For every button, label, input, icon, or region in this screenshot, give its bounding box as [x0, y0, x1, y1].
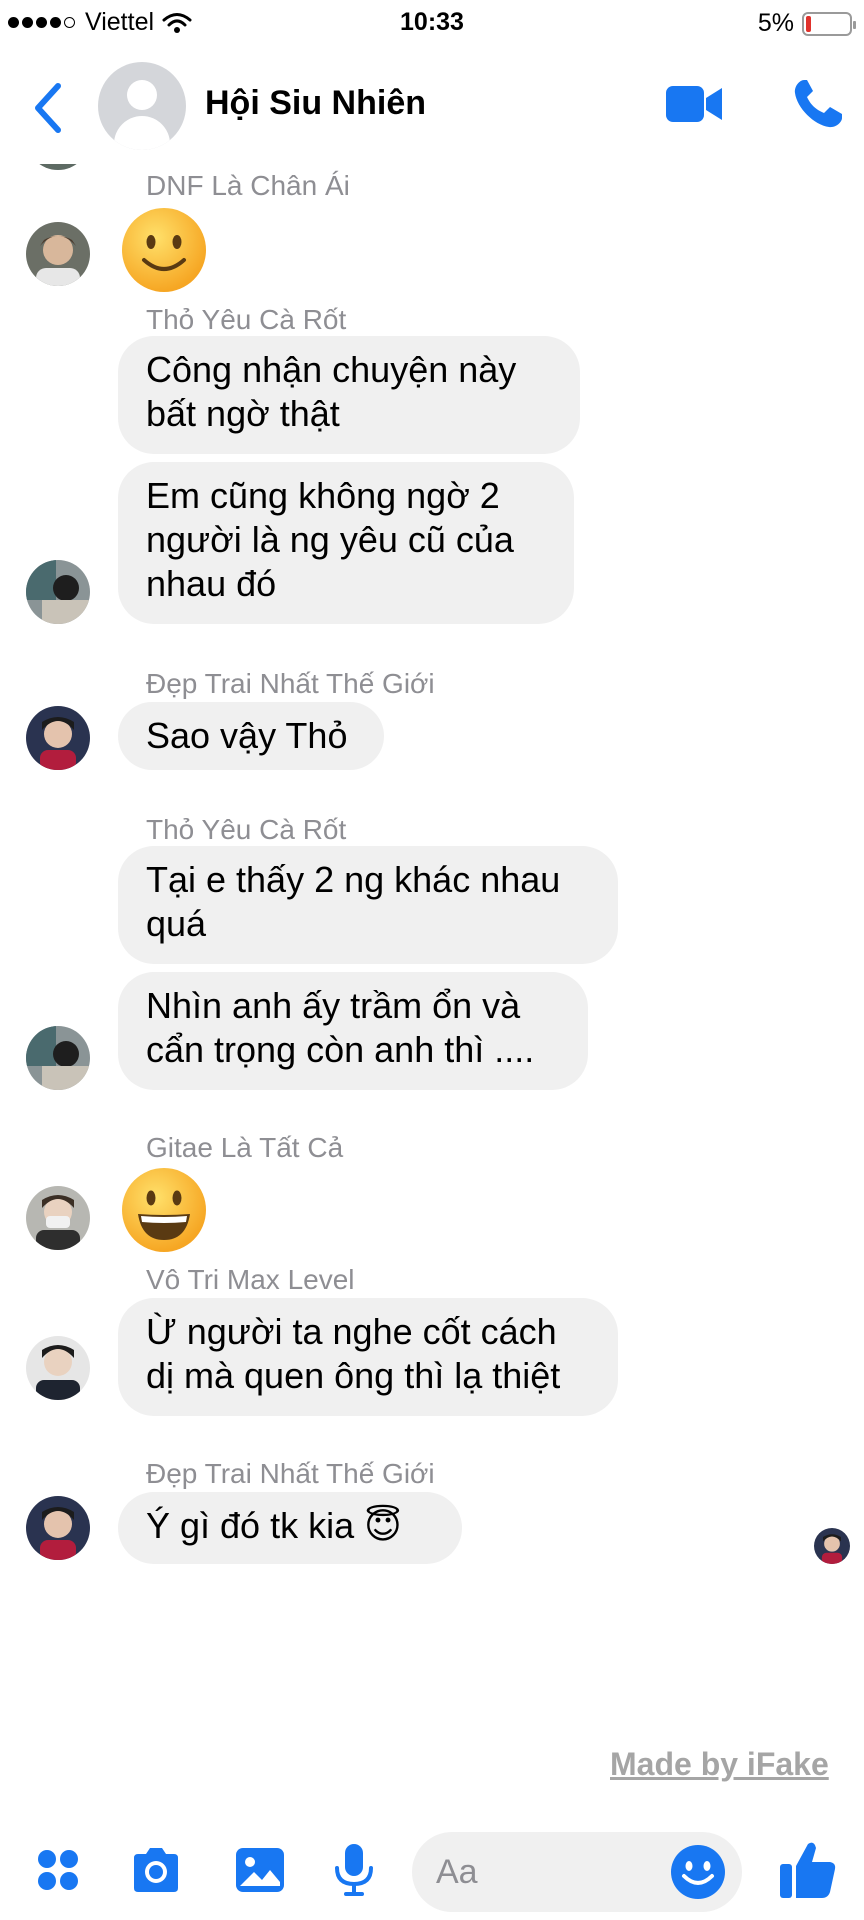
camera-icon[interactable]	[128, 1842, 184, 1898]
battery-percent: 5%	[757, 9, 794, 37]
sender-name: Thỏ Yêu Cà Rốt	[146, 304, 347, 335]
battery-icon	[802, 11, 856, 36]
photo-gallery-icon[interactable]	[232, 1842, 288, 1898]
phone-call-icon[interactable]	[790, 76, 846, 132]
message-input[interactable]	[436, 1848, 636, 1896]
avatar[interactable]	[26, 1186, 90, 1250]
sender-name: DNF Là Chân Ái	[146, 170, 350, 201]
avatar[interactable]	[26, 1336, 90, 1400]
seen-indicator-avatar	[814, 1528, 850, 1564]
sender-name: Đẹp Trai Nhất Thế Giới	[146, 668, 435, 699]
message-bubble[interactable]: Tại e thấy 2 ng khác nhau quá	[118, 846, 618, 964]
avatar[interactable]	[26, 222, 90, 286]
watermark: Made by iFake	[610, 1746, 829, 1782]
avatar[interactable]	[26, 706, 90, 770]
back-button[interactable]	[28, 78, 68, 138]
message-list[interactable]: DNF Là Chân Ái Thỏ Yêu Cà Rốt Công nhận …	[0, 146, 864, 1806]
message-bubble[interactable]: Ý gì đó tk kia 😇	[118, 1492, 462, 1564]
status-time: 10:33	[400, 8, 464, 36]
message-input-container[interactable]	[412, 1832, 742, 1912]
message-bubble[interactable]: Sao vậy Thỏ	[118, 702, 384, 770]
chat-header: Hội Siu Nhiên	[0, 46, 864, 164]
message-bubble[interactable]: Ừ người ta nghe cốt cách dị mà quen ông …	[118, 1298, 618, 1416]
message-bubble[interactable]: Nhìn anh ấy trầm ổn và cẩn trọng còn anh…	[118, 972, 588, 1090]
composer-bar	[0, 1820, 864, 1920]
video-call-icon[interactable]	[664, 82, 724, 126]
status-bar: Viettel 10:33 5%	[0, 0, 864, 46]
sender-name: Gitae Là Tất Cả	[146, 1132, 344, 1163]
avatar[interactable]	[26, 560, 90, 624]
like-thumbs-up-icon[interactable]	[778, 1838, 838, 1902]
status-right: 5%	[757, 9, 856, 38]
chat-title[interactable]: Hội Siu Nhiên	[205, 84, 426, 123]
message-bubble[interactable]: Công nhận chuyện này bất ngờ thật	[118, 336, 580, 454]
avatar[interactable]	[26, 1496, 90, 1560]
microphone-icon[interactable]	[326, 1842, 382, 1898]
slightly-smiling-face-icon[interactable]	[120, 206, 208, 294]
sender-name: Đẹp Trai Nhất Thế Giới	[146, 1458, 435, 1489]
emoji-picker-icon[interactable]	[668, 1842, 728, 1902]
more-options-icon[interactable]	[30, 1842, 86, 1898]
group-avatar[interactable]	[98, 62, 186, 150]
avatar[interactable]	[26, 1026, 90, 1090]
sender-name: Vô Tri Max Level	[146, 1264, 355, 1295]
message-bubble[interactable]: Em cũng không ngờ 2 người là ng yêu cũ c…	[118, 462, 574, 624]
sender-name: Thỏ Yêu Cà Rốt	[146, 814, 347, 845]
grinning-face-icon[interactable]	[120, 1166, 208, 1254]
